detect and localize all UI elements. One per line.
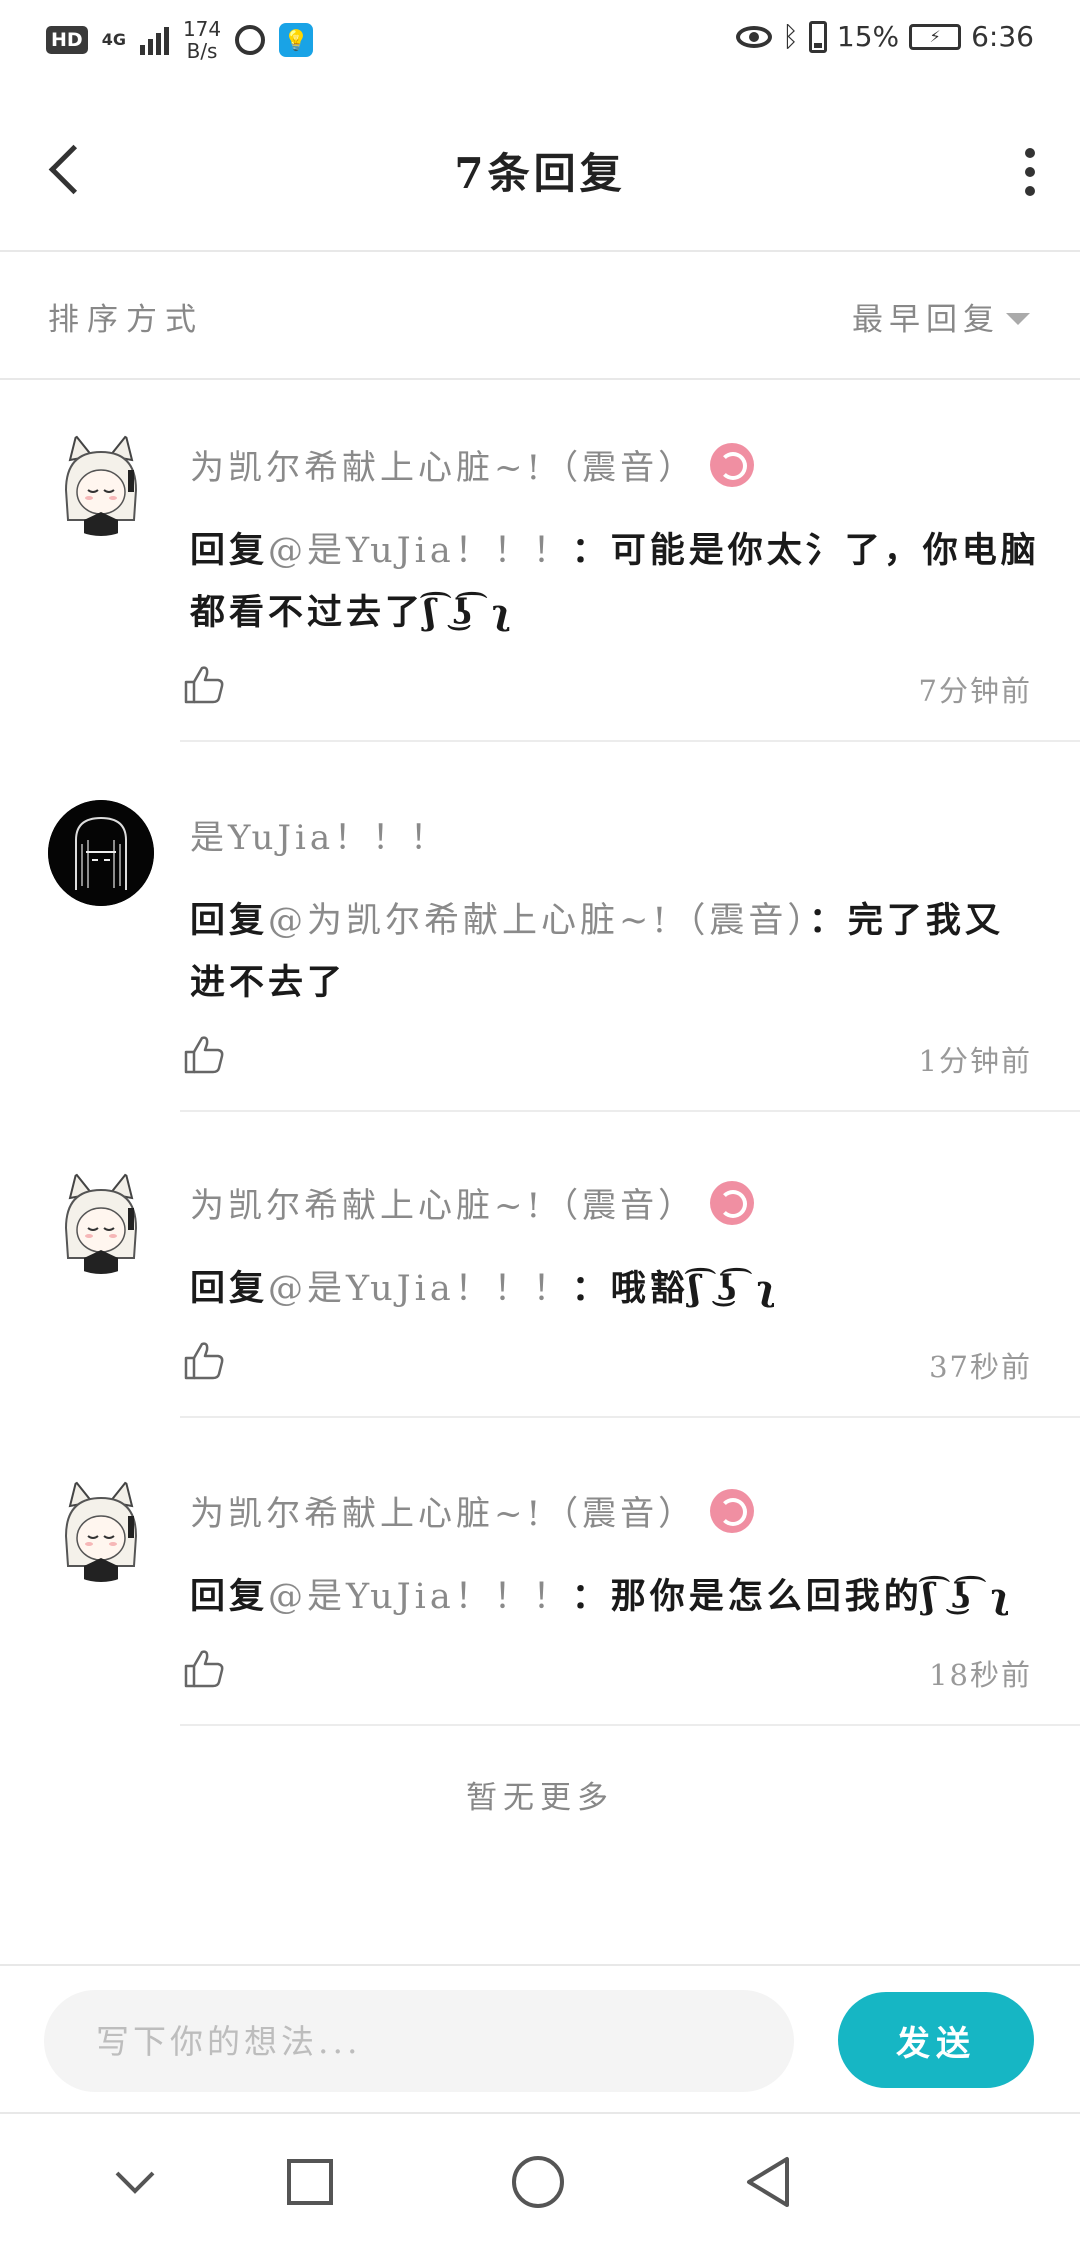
more-options-icon[interactable] [1020, 148, 1040, 196]
mention-link[interactable]: @是YuJia！！！ [268, 1269, 572, 1309]
eye-comfort-icon [736, 25, 773, 48]
comment-text[interactable]: 回复@是YuJia！！！：可能是你太氵了，你电脑都看不过去了ʃ͡ ͜ʖ͡ ʅ [190, 520, 1040, 644]
level-badge-icon [710, 1180, 755, 1225]
comment-text[interactable]: 回复@是YuJia！！！：那你是怎么回我的ʃ͡ ͜ʖ͡ ʅ [190, 1566, 1040, 1628]
divider [180, 1724, 1080, 1726]
reply-prefix: 回复 [190, 530, 269, 571]
page-title: 7条回复 [454, 149, 626, 198]
sort-bar: 排序方式 最早回复 [0, 252, 1080, 380]
level-badge-icon [710, 442, 755, 487]
comment-text[interactable]: 回复@是YuJia！！！：哦豁ʃ͡ ͜ʖ͡ ʅ [190, 1258, 1040, 1320]
bluetooth-icon: ᛒ [782, 20, 799, 53]
avatar[interactable] [48, 430, 154, 536]
bulb-app-icon: 💡 [279, 23, 314, 57]
comment-time: 1分钟前 [918, 1044, 1032, 1078]
comment-time: 18秒前 [929, 1658, 1032, 1692]
comment-content: ：那你是怎么回我的ʃ͡ ͜ʖ͡ ʅ [571, 1576, 1014, 1617]
home-icon[interactable] [508, 2152, 568, 2212]
system-nav-bar [0, 2114, 1080, 2244]
divider [180, 1110, 1080, 1112]
comment-author[interactable]: 为凯尔希献上心脏~!（震音） [190, 440, 755, 489]
like-icon[interactable] [182, 1032, 226, 1076]
mention-link[interactable]: @是YuJia！！！ [268, 531, 572, 571]
reply-prefix: 回复 [190, 1576, 269, 1617]
no-more-text: 暂无更多 [466, 1780, 614, 1816]
hd-badge: HD [46, 26, 88, 54]
header: 7条回复 [0, 86, 1080, 252]
mention-link[interactable]: @为凯尔希献上心脏~!（震音） [268, 901, 809, 941]
mention-link[interactable]: @是YuJia！！！ [268, 1577, 572, 1617]
clock: 6:36 [971, 20, 1034, 53]
signal-icon [139, 25, 169, 55]
sort-dropdown[interactable]: 最早回复 [852, 294, 1030, 339]
status-bar: HD 4G 174 B/s 💡 ᛒ 15% ⚡ 6:36 [0, 0, 1080, 86]
netease-app-icon [235, 25, 266, 55]
charging-icon: ⚡ [909, 23, 962, 50]
comment-author[interactable]: 是YuJia！！！ [190, 810, 448, 859]
comment-input[interactable] [44, 1990, 794, 2092]
like-icon[interactable] [182, 1646, 226, 1690]
avatar[interactable] [48, 1168, 154, 1274]
comment-content: ：哦豁ʃ͡ ͜ʖ͡ ʅ [571, 1268, 780, 1309]
divider [180, 740, 1080, 742]
network-speed: 174 B/s [183, 18, 221, 62]
comment-author[interactable]: 为凯尔希献上心脏~!（震音） [190, 1178, 755, 1227]
comment-author[interactable]: 为凯尔希献上心脏~!（震音） [190, 1486, 755, 1535]
comment-time: 37秒前 [929, 1350, 1032, 1384]
network-type: 4G [101, 30, 126, 49]
speed-unit: B/s [186, 39, 218, 63]
recent-apps-icon[interactable] [280, 2152, 340, 2212]
battery-percent: 15% [836, 20, 900, 53]
avatar[interactable] [48, 800, 154, 906]
send-button[interactable]: 发送 [838, 1992, 1034, 2088]
back-nav-icon[interactable] [738, 2152, 798, 2212]
sort-label: 排序方式 [48, 302, 204, 338]
author-name: 为凯尔希献上心脏~!（震音） [190, 448, 697, 488]
reply-prefix: 回复 [190, 900, 269, 941]
input-bar: 发送 [0, 1964, 1080, 2114]
avatar[interactable] [48, 1476, 154, 1582]
like-icon[interactable] [182, 1338, 226, 1382]
caret-down-icon [1006, 312, 1030, 325]
comment-time: 7分钟前 [918, 674, 1032, 708]
speed-value: 174 [182, 17, 222, 41]
reply-prefix: 回复 [190, 1268, 269, 1309]
author-name: 为凯尔希献上心脏~!（震音） [190, 1494, 697, 1534]
divider [180, 1416, 1080, 1418]
level-badge-icon [710, 1488, 755, 1533]
battery-icon [808, 20, 827, 53]
sort-value: 最早回复 [852, 302, 1000, 338]
like-icon[interactable] [182, 662, 226, 706]
chevron-down-icon[interactable] [105, 2152, 165, 2212]
comment-text[interactable]: 回复@为凯尔希献上心脏~!（震音）：完了我又进不去了 [190, 890, 1040, 1014]
author-name: 是YuJia！！！ [190, 818, 449, 858]
author-name: 为凯尔希献上心脏~!（震音） [190, 1186, 697, 1226]
